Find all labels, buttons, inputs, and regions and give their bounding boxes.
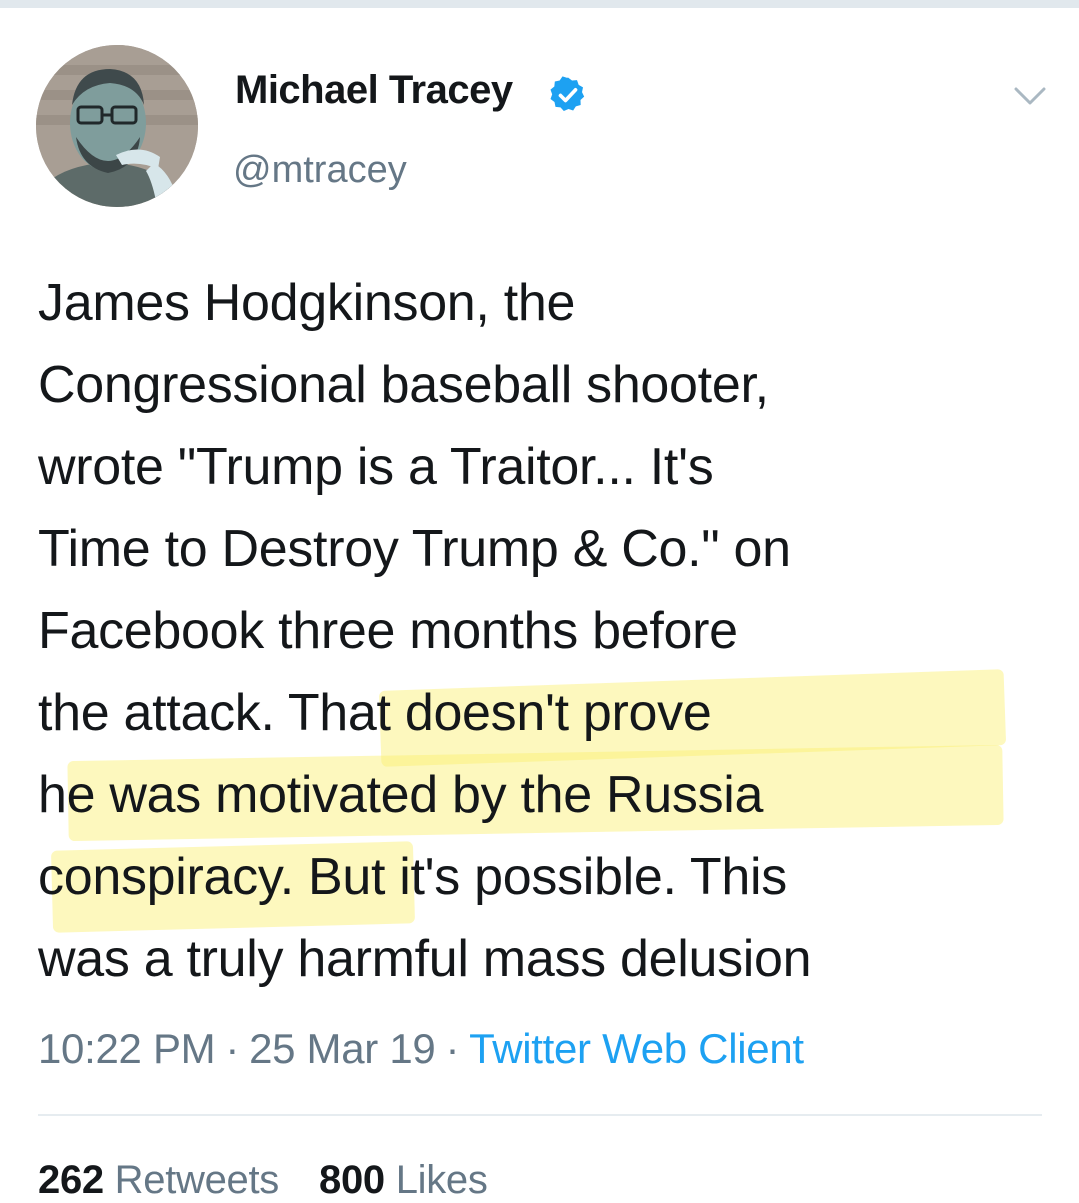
tweet-text-line: the attack. That doesn't prove: [38, 684, 712, 742]
retweets-count: 262: [38, 1158, 104, 1202]
retweets-label: Retweets: [114, 1158, 280, 1202]
tweet-text: James Hodgkinson, the Congressional base…: [38, 262, 1048, 1000]
author-display-name[interactable]: Michael Tracey: [235, 68, 513, 113]
tweet-card: Michael Tracey @mtracey James Hodgkinson…: [0, 8, 1079, 1203]
avatar-illustration: [36, 45, 198, 207]
tweet-text-line: was a truly harmful mass delusion: [38, 930, 812, 988]
top-divider: [0, 0, 1079, 8]
retweets-stat[interactable]: 262 Retweets: [38, 1158, 279, 1202]
tweet-stats: 262 Retweets 800 Likes: [38, 1158, 528, 1203]
tweet-text-line: Time to Destroy Trump & Co." on: [38, 520, 791, 578]
stats-divider: [38, 1114, 1042, 1116]
tweet-date[interactable]: 25 Mar 19: [249, 1025, 436, 1072]
tweet-text-line: he was motivated by the Russia: [38, 766, 764, 824]
tweet-text-line: Congressional baseball shooter,: [38, 356, 769, 414]
likes-count: 800: [319, 1158, 385, 1202]
chevron-down-icon: [1014, 87, 1046, 105]
tweet-text-line: Facebook three months before: [38, 602, 738, 660]
tweet-meta: 10:22 PM · 25 Mar 19 · Twitter Web Client: [38, 1025, 804, 1073]
tweet-source-link[interactable]: Twitter Web Client: [469, 1025, 804, 1072]
tweet-text-line: James Hodgkinson, the: [38, 274, 576, 332]
avatar[interactable]: [36, 45, 198, 207]
meta-separator: ·: [225, 1025, 240, 1072]
tweet-text-line: conspiracy. But it's possible. This: [38, 848, 787, 906]
more-options-button[interactable]: [1010, 81, 1050, 111]
tweet-text-line: wrote "Trump is a Traitor... It's: [38, 438, 714, 496]
likes-label: Likes: [395, 1158, 488, 1202]
meta-separator: ·: [445, 1025, 460, 1072]
tweet-time[interactable]: 10:22 PM: [38, 1025, 216, 1072]
verified-badge-icon: [548, 75, 588, 115]
likes-stat[interactable]: 800 Likes: [319, 1158, 488, 1202]
author-handle[interactable]: @mtracey: [233, 149, 407, 192]
